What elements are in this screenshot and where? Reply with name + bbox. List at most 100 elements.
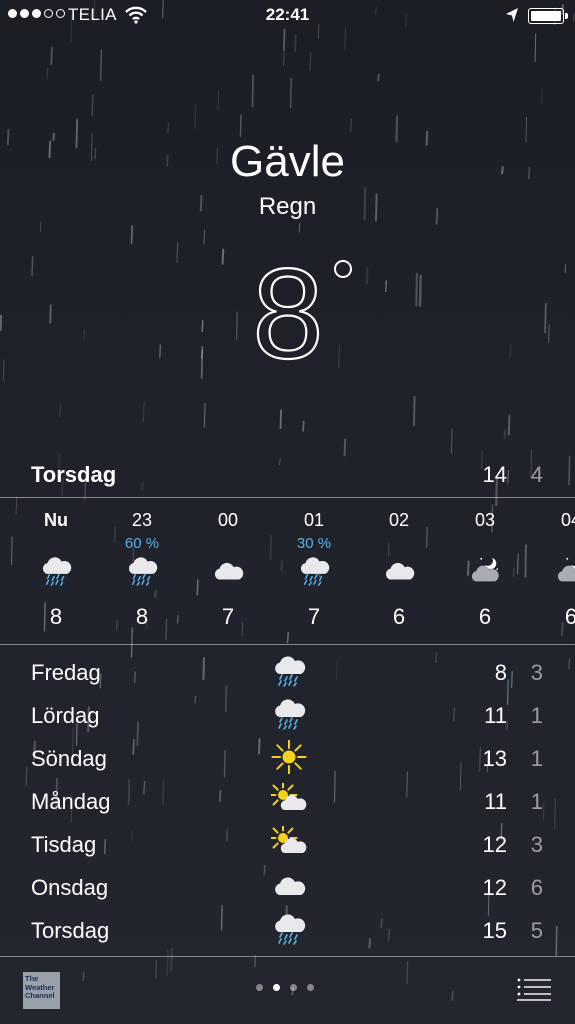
hourly-time: 04 (560, 510, 575, 530)
sun-icon (271, 739, 307, 775)
hourly-time: 01 (303, 510, 325, 530)
page-dot[interactable] (307, 984, 314, 991)
rain-streak (203, 403, 206, 428)
daily-forecast-row: Söndag 13 1 (31, 738, 545, 781)
rain-streak (279, 409, 283, 430)
rain-cloud-icon (271, 697, 307, 731)
moon-cloud-icon (553, 555, 575, 587)
hourly-temp: 6 (478, 604, 492, 629)
hourly-temp: 6 (564, 604, 575, 629)
sun-cloud-icon (268, 823, 307, 860)
list-icon[interactable] (517, 977, 551, 1001)
weather-channel-logo[interactable]: The Weather Channel (23, 972, 60, 1009)
daily-high: 8 (494, 660, 507, 685)
hourly-item: Nu 8 (21, 500, 91, 642)
rain-streak (39, 221, 42, 233)
hourly-time: 00 (217, 510, 239, 530)
daily-forecast-row: Tisdag 12 3 (31, 823, 545, 867)
rain-streak (554, 798, 557, 830)
daily-day-name: Söndag (31, 746, 107, 771)
city-name: Gävle (230, 137, 345, 186)
rain-streak (309, 51, 312, 72)
rain-streak (25, 765, 28, 787)
daily-day-name: Fredag (31, 660, 101, 685)
rain-streak (194, 104, 196, 130)
rain-streak (350, 118, 352, 133)
cloud-icon (210, 555, 246, 587)
rain-cloud-icon (296, 555, 332, 587)
daily-high: 11 (484, 789, 507, 814)
rain-streak (568, 455, 571, 486)
hourly-temp: 7 (307, 604, 321, 629)
rain-streak (167, 122, 170, 134)
rain-streak (451, 428, 453, 454)
daily-day-name: Tisdag (31, 832, 97, 857)
degree-symbol-icon (334, 260, 352, 278)
daily-high: 11 (484, 703, 507, 728)
divider (0, 644, 575, 645)
rain-streak (568, 658, 570, 670)
rain-streak (282, 28, 286, 51)
daily-low: 1 (530, 703, 543, 728)
today-summary-row: Torsdag 14 4 (31, 462, 545, 492)
today-day: Torsdag (31, 462, 117, 487)
rain-streak (143, 401, 145, 422)
rain-streak (503, 428, 507, 439)
today-high: 14 (482, 462, 507, 487)
hourly-time: Nu (44, 510, 68, 530)
current-temperature: 8 (0, 238, 575, 387)
hourly-temp: 7 (221, 604, 235, 629)
daily-forecast-row: Torsdag 15 5 (31, 910, 545, 953)
hourly-item: 02 6 (364, 500, 434, 642)
moon-cloud-icon (467, 555, 503, 587)
rain-streak (217, 90, 220, 111)
page-indicator[interactable] (256, 984, 314, 991)
battery-icon (528, 8, 568, 24)
rain-streak (343, 438, 347, 457)
divider (0, 497, 575, 498)
rain-streak (302, 420, 305, 432)
daily-forecast-row: Lördag 11 1 (31, 695, 545, 738)
hourly-precip-chance: 60 % (124, 535, 160, 552)
divider (0, 956, 575, 957)
weather-condition: Regn (258, 193, 317, 220)
daily-forecast-row: Onsdag 12 6 (31, 867, 545, 910)
daily-high: 13 (482, 746, 507, 771)
daily-low: 3 (530, 660, 543, 685)
hourly-precip-chance: 30 % (296, 535, 332, 552)
rain-streak (59, 404, 61, 418)
daily-day-name: Torsdag (31, 918, 110, 943)
daily-low: 6 (530, 875, 543, 900)
rain-streak (294, 34, 297, 53)
hourly-temp: 8 (49, 604, 63, 629)
daily-low: 1 (530, 789, 543, 814)
daily-low: 5 (530, 918, 543, 943)
daily-low: 1 (530, 746, 543, 771)
rain-streak (507, 414, 511, 436)
page-dot[interactable] (290, 984, 297, 991)
daily-forecast-row: Måndag 11 1 (31, 780, 545, 824)
hourly-temp: 6 (392, 604, 406, 629)
daily-low: 3 (530, 832, 543, 857)
sun-cloud-icon (268, 780, 307, 817)
daily-high: 12 (482, 832, 507, 857)
daily-high: 12 (482, 875, 507, 900)
hourly-time: 02 (388, 510, 410, 530)
daily-day-name: Lördag (31, 703, 100, 728)
rain-streak (377, 73, 380, 82)
page-dot[interactable] (273, 984, 280, 991)
daily-day-name: Onsdag (31, 875, 109, 900)
page-dot[interactable] (256, 984, 263, 991)
current-temperature-value: 8 (252, 243, 323, 368)
location-arrow-icon (506, 8, 518, 22)
hourly-forecast-scroller[interactable]: Nu 8 23 60 % 8 00 7 01 30 % 7 02 6 03 6 04 6 (0, 500, 575, 642)
rain-cloud-icon (124, 555, 160, 587)
hourly-item: 03 6 (450, 500, 520, 642)
bottom-toolbar: The Weather Channel (0, 958, 575, 1024)
rain-cloud-icon (271, 912, 307, 946)
rain-streak (239, 114, 242, 137)
hourly-item: 00 7 (193, 500, 263, 642)
hourly-temp: 8 (135, 604, 149, 629)
hourly-time: 03 (474, 510, 496, 530)
rain-streak (555, 926, 558, 957)
